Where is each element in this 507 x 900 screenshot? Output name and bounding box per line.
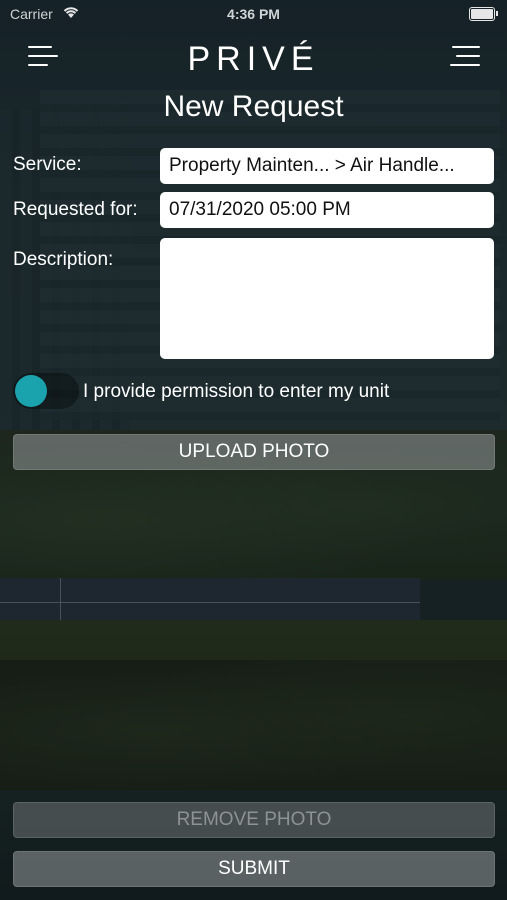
requested-for-field[interactable]: 07/31/2020 05:00 PM: [160, 192, 494, 228]
service-field[interactable]: Property Mainten... > Air Handle...: [160, 148, 494, 184]
right-menu-icon[interactable]: [450, 44, 480, 68]
description-field[interactable]: [160, 238, 494, 359]
permission-toggle[interactable]: [13, 373, 79, 409]
permission-label: I provide permission to enter my unit: [83, 381, 390, 402]
remove-photo-button[interactable]: REMOVE PHOTO: [13, 802, 495, 838]
service-label: Service:: [13, 154, 82, 175]
description-label: Description:: [13, 249, 114, 270]
toggle-knob: [15, 375, 47, 407]
upload-photo-button[interactable]: UPLOAD PHOTO: [13, 434, 495, 470]
prive-logo: PRIVÉ: [187, 40, 320, 78]
clock: 4:36 PM: [227, 6, 280, 22]
submit-button[interactable]: SUBMIT: [13, 851, 495, 887]
requested-for-label: Requested for:: [13, 199, 138, 220]
status-bar: Carrier 4:36 PM: [0, 0, 507, 28]
battery-icon: [469, 7, 498, 21]
page-title: New Request: [163, 90, 344, 123]
